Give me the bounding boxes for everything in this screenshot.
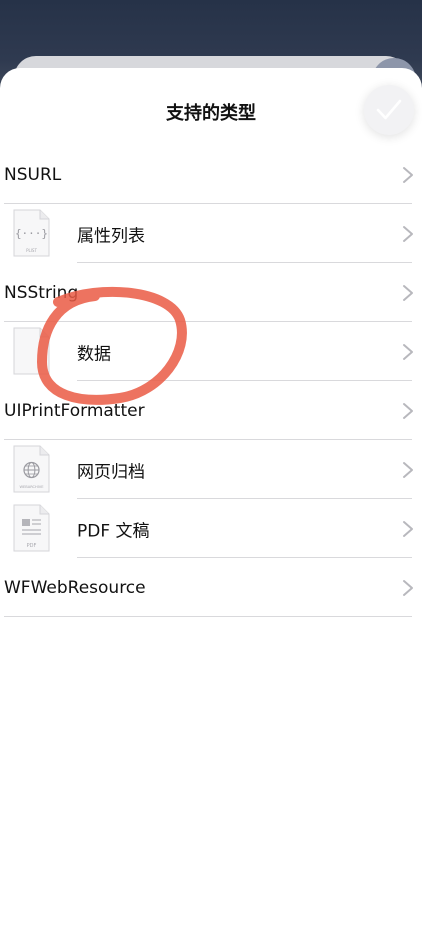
types-list: NSURL {···} PLIST 属性列表 NSString 数据 UIPri… bbox=[0, 145, 422, 617]
chevron-right-icon bbox=[403, 166, 413, 183]
chevron-right-icon bbox=[403, 225, 413, 242]
chevron-right-icon bbox=[403, 284, 413, 301]
chevron-right-icon bbox=[403, 461, 413, 478]
list-item-data[interactable]: 数据 bbox=[0, 322, 422, 381]
list-item-label: 数据 bbox=[77, 344, 111, 364]
list-item-property-list[interactable]: {···} PLIST 属性列表 bbox=[0, 204, 422, 263]
list-item-web-archive[interactable]: WEBARCHIVE 网页归档 bbox=[0, 440, 422, 499]
plist-file-icon: {···} PLIST bbox=[13, 209, 50, 257]
pdf-file-icon: PDF bbox=[13, 504, 50, 552]
chevron-right-icon bbox=[403, 520, 413, 537]
svg-text:{···}: {···} bbox=[15, 227, 48, 240]
list-item-label: NSURL bbox=[4, 164, 62, 185]
list-item-label: 属性列表 bbox=[77, 226, 145, 246]
done-button[interactable] bbox=[364, 85, 414, 135]
list-item-label: 网页归档 bbox=[77, 462, 145, 482]
file-icon-caption: PLIST bbox=[26, 248, 37, 253]
checkmark-icon bbox=[376, 99, 402, 120]
list-item-label: NSString bbox=[4, 282, 79, 303]
file-icon-caption: WEBARCHIVE bbox=[19, 485, 44, 489]
list-item-nsstring[interactable]: NSString bbox=[0, 263, 422, 322]
list-item-pdf-document[interactable]: PDF PDF 文稿 bbox=[0, 499, 422, 558]
sheet-title: 支持的类型 bbox=[166, 103, 256, 124]
list-item-nsurl[interactable]: NSURL bbox=[0, 145, 422, 204]
supported-types-sheet: 支持的类型 NSURL {···} PLIST 属性列表 NSString 数据… bbox=[0, 68, 422, 944]
row-separator bbox=[4, 616, 412, 617]
file-icon-caption: PDF bbox=[27, 543, 37, 549]
list-item-label: PDF 文稿 bbox=[77, 521, 150, 541]
chevron-right-icon bbox=[403, 402, 413, 419]
blank-file-icon bbox=[13, 327, 50, 375]
chevron-right-icon bbox=[403, 579, 413, 596]
webarchive-file-icon: WEBARCHIVE bbox=[13, 445, 50, 493]
list-item-uiprintformatter[interactable]: UIPrintFormatter bbox=[0, 381, 422, 440]
list-item-wfwebresource[interactable]: WFWebResource bbox=[0, 558, 422, 617]
chevron-right-icon bbox=[403, 343, 413, 360]
list-item-label: WFWebResource bbox=[4, 577, 146, 598]
list-item-label: UIPrintFormatter bbox=[4, 400, 145, 421]
